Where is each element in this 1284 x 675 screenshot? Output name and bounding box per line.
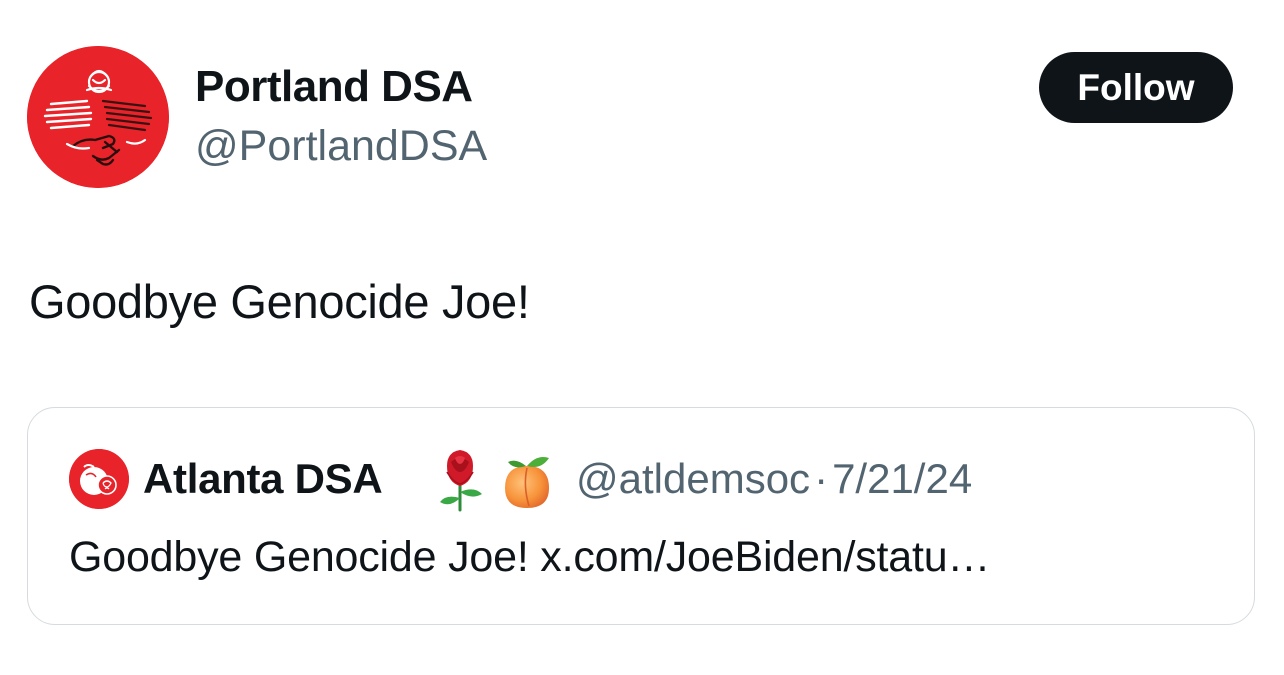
quoted-handle[interactable]: @atldemsoc <box>576 455 810 502</box>
rose-icon <box>440 450 482 512</box>
peach-icon <box>505 457 549 508</box>
author-handle[interactable]: @PortlandDSA <box>195 122 487 171</box>
quoted-author-avatar[interactable] <box>69 449 129 509</box>
tweet-text: Goodbye Genocide Joe! <box>29 275 530 328</box>
atlanta-dsa-logo-icon <box>69 449 129 509</box>
quoted-date[interactable]: 7/21/24 <box>832 455 972 502</box>
quoted-tweet-card[interactable]: Atlanta DSA @atldemsoc·7/21/24 Goodbye G… <box>27 407 1255 625</box>
dsa-logo-icon <box>27 46 169 188</box>
follow-button[interactable]: Follow <box>1039 52 1233 123</box>
quoted-display-name[interactable]: Atlanta DSA <box>143 455 383 503</box>
author-avatar[interactable] <box>27 46 169 188</box>
quoted-meta: @atldemsoc·7/21/24 <box>576 455 972 503</box>
author-display-name[interactable]: Portland DSA <box>195 62 473 112</box>
meta-separator: · <box>814 455 829 502</box>
quoted-tweet-text: Goodbye Genocide Joe! x.com/JoeBiden/sta… <box>69 533 991 581</box>
